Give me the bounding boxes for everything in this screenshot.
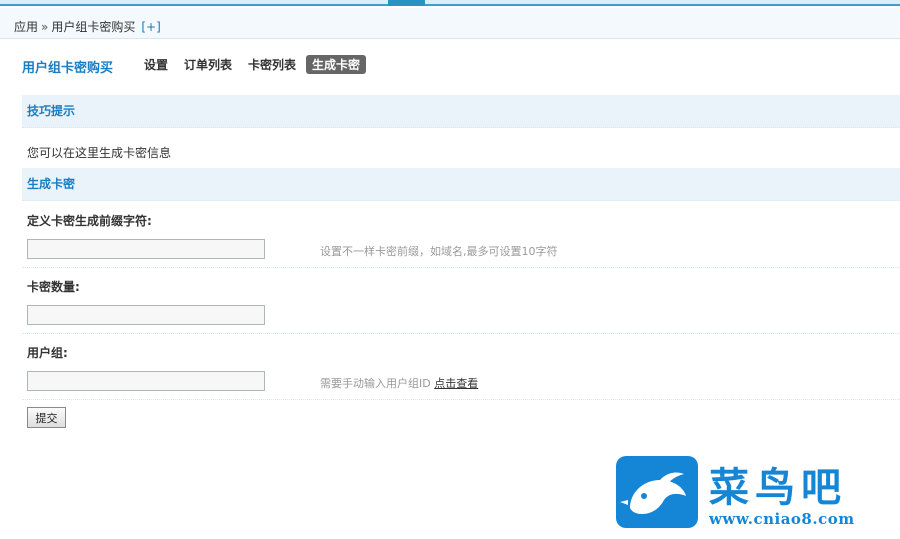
breadcrumb-separator: » xyxy=(41,20,49,34)
quantity-label: 卡密数量: xyxy=(27,280,80,294)
prefix-label: 定义卡密生成前缀字符: xyxy=(27,214,152,228)
breadcrumb: 应用» 用户组卡密购买 [+] xyxy=(14,18,161,35)
quantity-input[interactable] xyxy=(27,305,265,325)
tab-generate-cards[interactable]: 生成卡密 xyxy=(306,54,367,74)
tips-heading: 技巧提示 xyxy=(22,95,900,128)
watermark-url: www.cniao8.com xyxy=(709,510,855,528)
module-title: 用户组卡密购买 xyxy=(22,61,114,76)
bird-logo-icon xyxy=(616,456,698,528)
top-navigation-strip xyxy=(0,0,900,6)
module-tabs: 设置 订单列表 卡密列表 生成卡密 xyxy=(144,54,367,74)
view-groups-link[interactable]: 点击查看 xyxy=(434,377,478,390)
breadcrumb-current: 用户组卡密购买 xyxy=(51,20,136,34)
tips-panel: 技巧提示 xyxy=(22,95,900,128)
generate-heading: 生成卡密 xyxy=(22,168,900,201)
breadcrumb-root[interactable]: 应用 xyxy=(14,20,38,34)
breadcrumb-bar: 应用» 用户组卡密购买 [+] xyxy=(0,8,900,39)
tips-text: 您可以在这里生成卡密信息 xyxy=(27,146,172,160)
group-hint: 需要手动输入用户组ID 点击查看 xyxy=(320,375,478,391)
row-divider xyxy=(22,267,900,268)
prefix-hint: 设置不一样卡密前缀，如域名,最多可设置10字符 xyxy=(320,245,558,258)
row-divider xyxy=(22,399,900,400)
submit-button[interactable]: 提交 xyxy=(27,407,66,428)
row-divider xyxy=(22,333,900,334)
tab-order-list[interactable]: 订单列表 xyxy=(184,56,232,73)
prefix-input[interactable] xyxy=(27,239,265,259)
add-shortcut-link[interactable]: [+] xyxy=(141,20,160,34)
tab-settings[interactable]: 设置 xyxy=(144,56,168,73)
group-label: 用户组: xyxy=(27,346,68,360)
group-hint-text: 需要手动输入用户组ID xyxy=(320,377,431,390)
tab-card-list[interactable]: 卡密列表 xyxy=(248,56,296,73)
group-input[interactable] xyxy=(27,371,265,391)
generate-panel: 生成卡密 xyxy=(22,168,900,201)
watermark-name: 菜鸟吧 xyxy=(709,464,847,511)
top-nav-active-tab[interactable] xyxy=(388,0,425,6)
watermark-logo: 菜鸟吧 www.cniao8.com xyxy=(615,455,890,530)
